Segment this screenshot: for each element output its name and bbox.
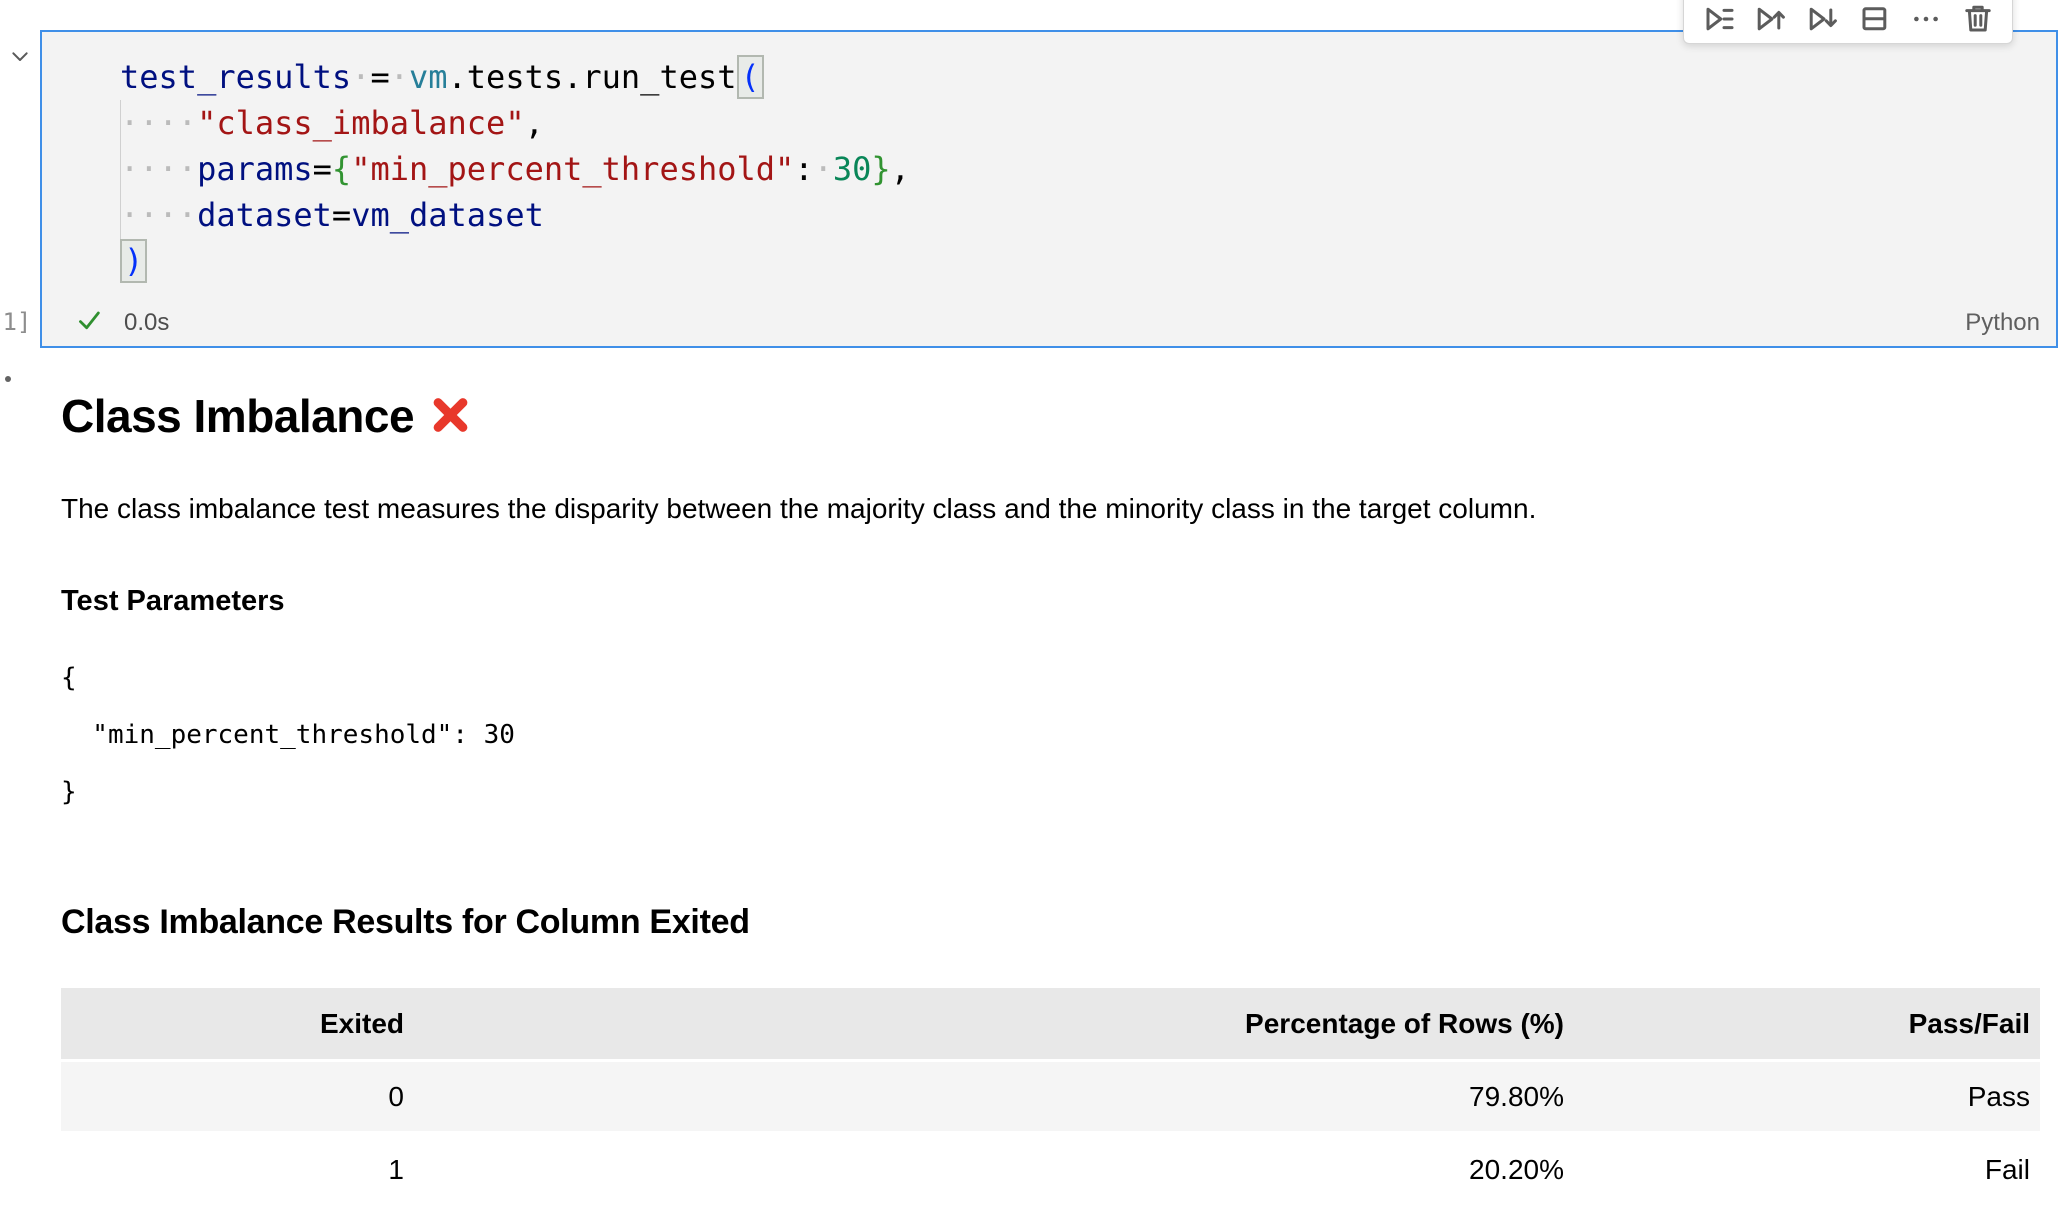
split-cell-button[interactable] [1852,0,1896,40]
code-editor[interactable]: test_results·=·vm.tests.run_test(····"cl… [42,32,2056,300]
execute-cell-and-below-button[interactable] [1800,0,1844,40]
run-by-line-icon [1702,2,1734,39]
notebook-screen: [1] test_results·=·vm.tests.run_test(···… [0,0,2064,1216]
markdown-cell-indicator-dot [5,376,11,382]
result-title: Class Imbalance [61,390,2040,443]
run-by-line-button[interactable] [1696,0,1740,40]
table-cell: 0 [61,1061,414,1133]
delete-cell-icon [1962,2,1994,39]
execute-above-cells-icon [1754,2,1786,39]
table-row: 079.80%Pass [61,1061,2040,1133]
test-parameters-code-block: { "min_percent_threshold": 30 } [61,650,2040,821]
table-cell: 20.20% [414,1133,1574,1205]
more-actions-button[interactable] [1904,0,1948,40]
test-description: The class imbalance test measures the di… [61,488,2040,530]
split-cell-icon [1858,2,1890,39]
cross-mark-icon [430,395,470,435]
delete-cell-button[interactable] [1956,0,2000,40]
table-cell: Fail [1574,1133,2040,1205]
code-line: test_results·=·vm.tests.run_test( [120,54,2056,100]
execute-cell-and-below-icon [1806,2,1838,39]
table-cell: 79.80% [414,1061,1574,1133]
table-cell: Pass [1574,1061,2040,1133]
table-column-header: Percentage of Rows (%) [414,988,1574,1061]
execute-above-cells-button[interactable] [1748,0,1792,40]
cell-toolbar [1683,0,2013,44]
table-row: 120.20%Fail [61,1133,2040,1205]
code-line: ····params={"min_percent_threshold":·30}… [120,146,2056,192]
execution-count: [1] [0,308,31,336]
test-parameters-heading: Test Parameters [61,585,2040,618]
code-cell: test_results·=·vm.tests.run_test(····"cl… [40,30,2058,348]
table-column-header: Pass/Fail [1574,988,2040,1061]
table-column-header: Exited [61,988,414,1061]
chevron-down-icon[interactable] [8,44,32,73]
result-title-text: Class Imbalance [61,390,414,442]
results-table: ExitedPercentage of Rows (%)Pass/Fail 07… [61,988,2040,1205]
code-line: ····"class_imbalance", [120,100,2056,146]
code-line: ····dataset=vm_dataset [120,192,2056,238]
table-cell: 1 [61,1133,414,1205]
success-check-icon [75,306,103,341]
cell-status-bar: 0.0s Python [42,300,2056,346]
table-header-row: ExitedPercentage of Rows (%)Pass/Fail [61,988,2040,1061]
execution-duration: 0.0s [124,309,169,337]
code-line: ) [120,238,2056,284]
cell-language-label[interactable]: Python [1965,309,2040,337]
results-heading: Class Imbalance Results for Column Exite… [61,903,2040,942]
more-actions-icon [1910,2,1942,39]
markdown-output: Class Imbalance The class imbalance test… [61,370,2040,1205]
